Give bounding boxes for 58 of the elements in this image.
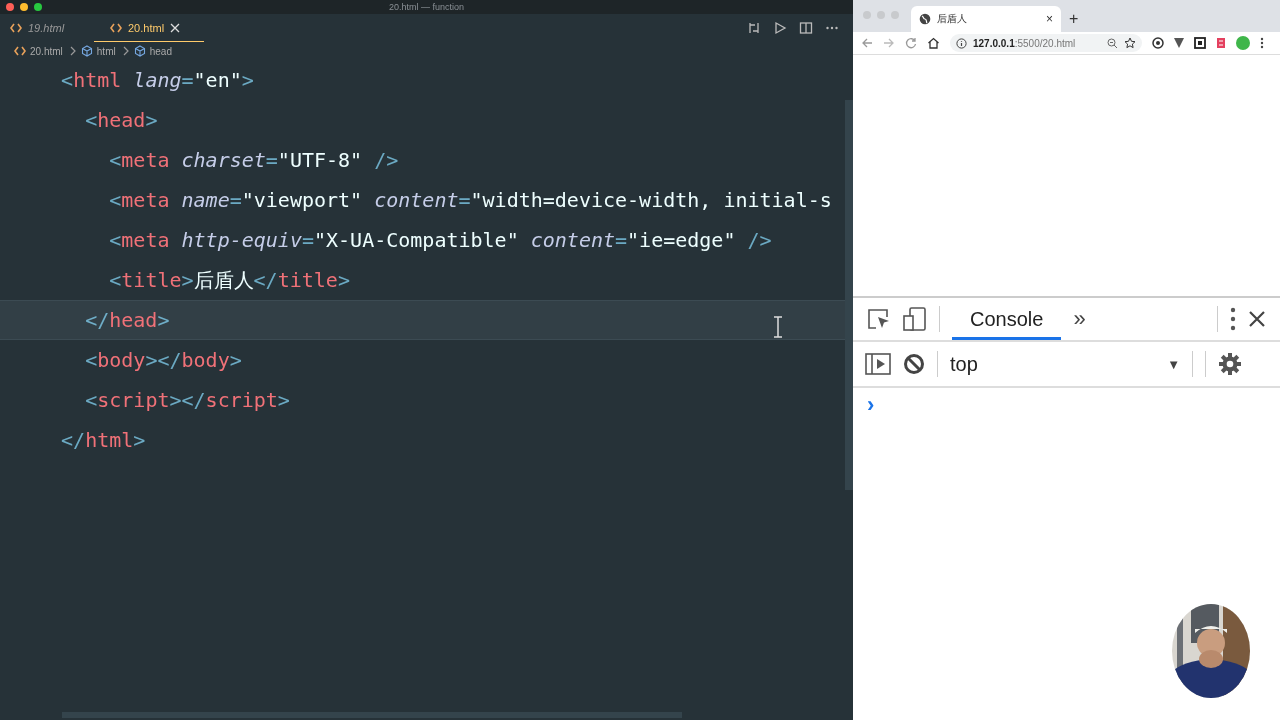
close-dot[interactable]: [6, 3, 14, 11]
browser-tab[interactable]: 后盾人 ×: [911, 6, 1061, 32]
tab-label: 20.html: [128, 21, 165, 34]
code-line: <body></body>: [84, 347, 243, 374]
code-icon: [10, 23, 22, 33]
code-line: </html>: [60, 427, 147, 454]
back-icon[interactable]: [861, 37, 873, 49]
kebab-menu-icon[interactable]: [1230, 307, 1236, 331]
text-cursor-icon: [773, 316, 783, 338]
menu-icon[interactable]: [1260, 37, 1264, 49]
address-bar[interactable]: 127.0.0.1:5500/20.html: [950, 34, 1142, 52]
breadcrumb-item[interactable]: head: [149, 45, 172, 57]
code-line: <meta charset="UTF-8" />: [108, 147, 400, 174]
inspect-icon[interactable]: [867, 308, 891, 330]
console-tab[interactable]: Console: [952, 298, 1062, 340]
new-tab-button[interactable]: +: [1061, 10, 1087, 32]
globe-icon: [919, 13, 931, 25]
code-line: <title>后盾人</title>: [108, 267, 351, 294]
reload-icon[interactable]: [905, 37, 917, 49]
extension-icon[interactable]: [1152, 37, 1164, 49]
close-icon[interactable]: [1248, 310, 1266, 328]
breadcrumb-item[interactable]: 20.html: [30, 45, 63, 57]
zoom-dot[interactable]: [34, 3, 42, 11]
device-icon[interactable]: [903, 307, 927, 331]
editor-tab[interactable]: 20.html: [94, 14, 204, 42]
chevron-icon: [68, 46, 77, 56]
star-icon[interactable]: [1124, 37, 1136, 49]
breadcrumb-item[interactable]: html: [96, 45, 116, 57]
tab-label: 19.html: [28, 22, 65, 34]
cube-icon: [133, 45, 146, 57]
more-tabs-button[interactable]: »: [1073, 306, 1086, 332]
home-icon[interactable]: [927, 37, 940, 49]
minimize-dot[interactable]: [20, 3, 28, 11]
info-icon[interactable]: [956, 37, 967, 49]
code-line: <meta name="viewport" content="width=device-width, initial-s: [108, 187, 833, 214]
code-icon: [14, 46, 26, 56]
cube-icon: [80, 45, 93, 57]
code-line: <script></script>: [84, 387, 291, 414]
editor-tab[interactable]: 19.html: [0, 14, 94, 42]
sidebar-icon[interactable]: [865, 353, 891, 375]
clear-icon[interactable]: [903, 353, 925, 375]
close-tab-button[interactable]: ×: [1046, 12, 1053, 26]
zoom-icon[interactable]: [1107, 37, 1118, 49]
console-prompt[interactable]: ›: [867, 392, 875, 417]
extension-icon[interactable]: [1194, 37, 1206, 49]
window-title: 20.html — function: [388, 2, 464, 12]
code-icon: [110, 22, 122, 33]
compare-icon[interactable]: [747, 21, 761, 35]
extension-icon[interactable]: [1174, 37, 1184, 49]
chevron-icon: [121, 46, 130, 56]
code-line: <meta http-equiv="X-UA-Compatible" content="ie=edge" />: [108, 227, 773, 254]
profile-avatar[interactable]: [1236, 36, 1250, 50]
scrollbar[interactable]: [845, 100, 853, 490]
run-icon[interactable]: [773, 21, 787, 35]
code-line: <head>: [84, 107, 159, 134]
context-dropdown[interactable]: top ▼: [950, 352, 1180, 376]
split-icon[interactable]: [799, 21, 813, 35]
code-line: <html lang="en">: [60, 67, 255, 94]
